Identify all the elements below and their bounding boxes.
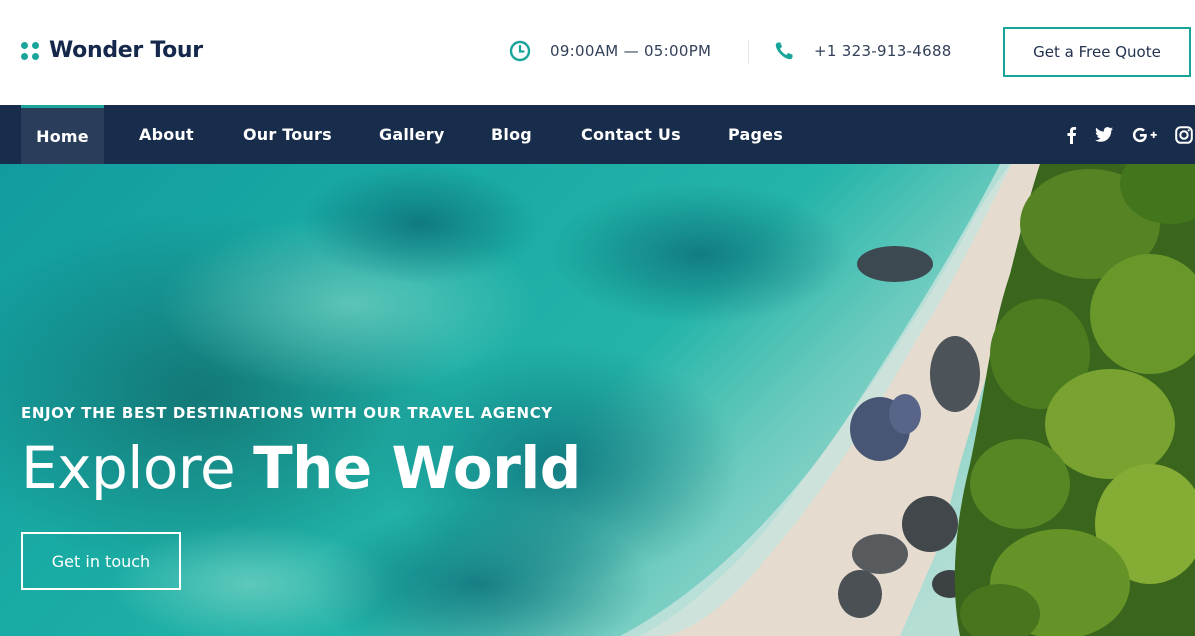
main-navigation: Home About Our Tours Gallery Blog Contac…	[0, 105, 1195, 164]
nav-item-gallery[interactable]: Gallery	[379, 105, 444, 164]
hero-kicker: ENJOY THE BEST DESTINATIONS WITH OUR TRA…	[21, 404, 553, 422]
header-divider	[748, 40, 749, 64]
nav-item-blog[interactable]: Blog	[491, 105, 532, 164]
opening-hours: 09:00AM — 05:00PM	[509, 40, 711, 62]
hours-text: 09:00AM — 05:00PM	[550, 42, 712, 60]
logo-dots-icon	[21, 41, 39, 60]
hero-title-light: Explore	[21, 434, 254, 502]
phone-icon	[773, 40, 795, 62]
logo[interactable]: Wonder Tour	[21, 38, 203, 63]
hero-section: ENJOY THE BEST DESTINATIONS WITH OUR TRA…	[0, 164, 1195, 636]
clock-icon	[509, 40, 531, 62]
nav-item-our-tours[interactable]: Our Tours	[243, 105, 332, 164]
get-in-touch-button[interactable]: Get in touch	[21, 532, 181, 590]
facebook-icon[interactable]	[1059, 105, 1083, 164]
site-header: Wonder Tour 09:00AM — 05:00PM +1 323-913…	[0, 0, 1195, 105]
phone-number: +1 323-913-4688	[814, 42, 952, 60]
google-plus-icon[interactable]	[1131, 105, 1159, 164]
nav-item-contact-us[interactable]: Contact Us	[581, 105, 681, 164]
nav-item-about[interactable]: About	[139, 105, 194, 164]
hero-title: Explore The World	[21, 428, 581, 508]
twitter-icon[interactable]	[1092, 105, 1116, 164]
nav-item-pages[interactable]: Pages	[728, 105, 783, 164]
nav-item-home[interactable]: Home	[21, 105, 104, 164]
get-quote-button[interactable]: Get a Free Quote	[1003, 27, 1191, 77]
phone-contact[interactable]: +1 323-913-4688	[773, 40, 952, 62]
hero-title-bold: The World	[253, 434, 581, 502]
instagram-icon[interactable]	[1172, 105, 1195, 164]
brand-name: Wonder Tour	[49, 38, 203, 63]
